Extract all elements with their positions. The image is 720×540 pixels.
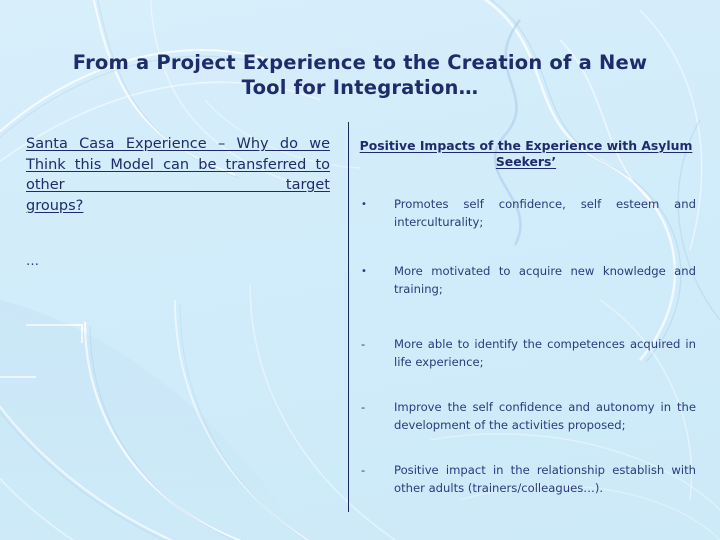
bottom-left-wash (0, 300, 300, 540)
list-item: - More able to identify the competences … (356, 336, 696, 371)
left-heading-line-4: groups? (26, 197, 84, 214)
list-item: • Promotes self confidence, self esteem … (356, 196, 696, 231)
list-item-text: More able to identify the competences ac… (394, 337, 696, 369)
left-bracket-mark (0, 324, 83, 378)
list-item: - Positive impact in the relationship es… (356, 462, 696, 497)
list-item: - Improve the self confidence and autono… (356, 399, 696, 434)
slide-canvas: From a Project Experience to the Creatio… (0, 0, 720, 540)
right-column: Positive Impacts of the Experience with … (356, 138, 696, 497)
list-item-text: Positive impact in the relationship esta… (394, 463, 696, 495)
dash-marker-icon: - (361, 463, 366, 477)
slide-title-line-2: Tool for Integration… (241, 76, 479, 99)
list-item: • More motivated to acquire new knowledg… (356, 263, 696, 298)
bullet-marker-icon: • (361, 266, 367, 277)
dash-marker-icon: - (361, 337, 366, 351)
left-heading-line-1: Santa Casa Experience – Why do we (26, 136, 330, 152)
right-heading-line-2: Seekers’ (495, 154, 557, 169)
column-divider (348, 122, 349, 512)
bullet-marker-icon: • (361, 199, 367, 210)
left-heading-line-2: Think this Model can be (26, 156, 217, 173)
right-heading-line-1: Positive Impacts of the Experience with … (359, 138, 693, 153)
slide-title: From a Project Experience to the Creatio… (40, 50, 680, 100)
positive-impacts-list: • Promotes self confidence, self esteem … (356, 196, 696, 497)
slide-title-line-1: From a Project Experience to the Creatio… (72, 51, 648, 74)
list-item-text: Improve the self confidence and autonomy… (394, 400, 696, 432)
left-column-heading: Santa Casa Experience – Why do we Think … (26, 134, 330, 216)
list-item-text: More motivated to acquire new knowledge … (394, 264, 696, 296)
dash-marker-icon: - (361, 400, 366, 414)
list-item-text: Promotes self confidence, self esteem an… (394, 197, 696, 229)
left-column: Santa Casa Experience – Why do we Think … (26, 134, 330, 270)
right-column-heading: Positive Impacts of the Experience with … (356, 138, 696, 170)
left-column-ellipsis: … (26, 254, 40, 269)
